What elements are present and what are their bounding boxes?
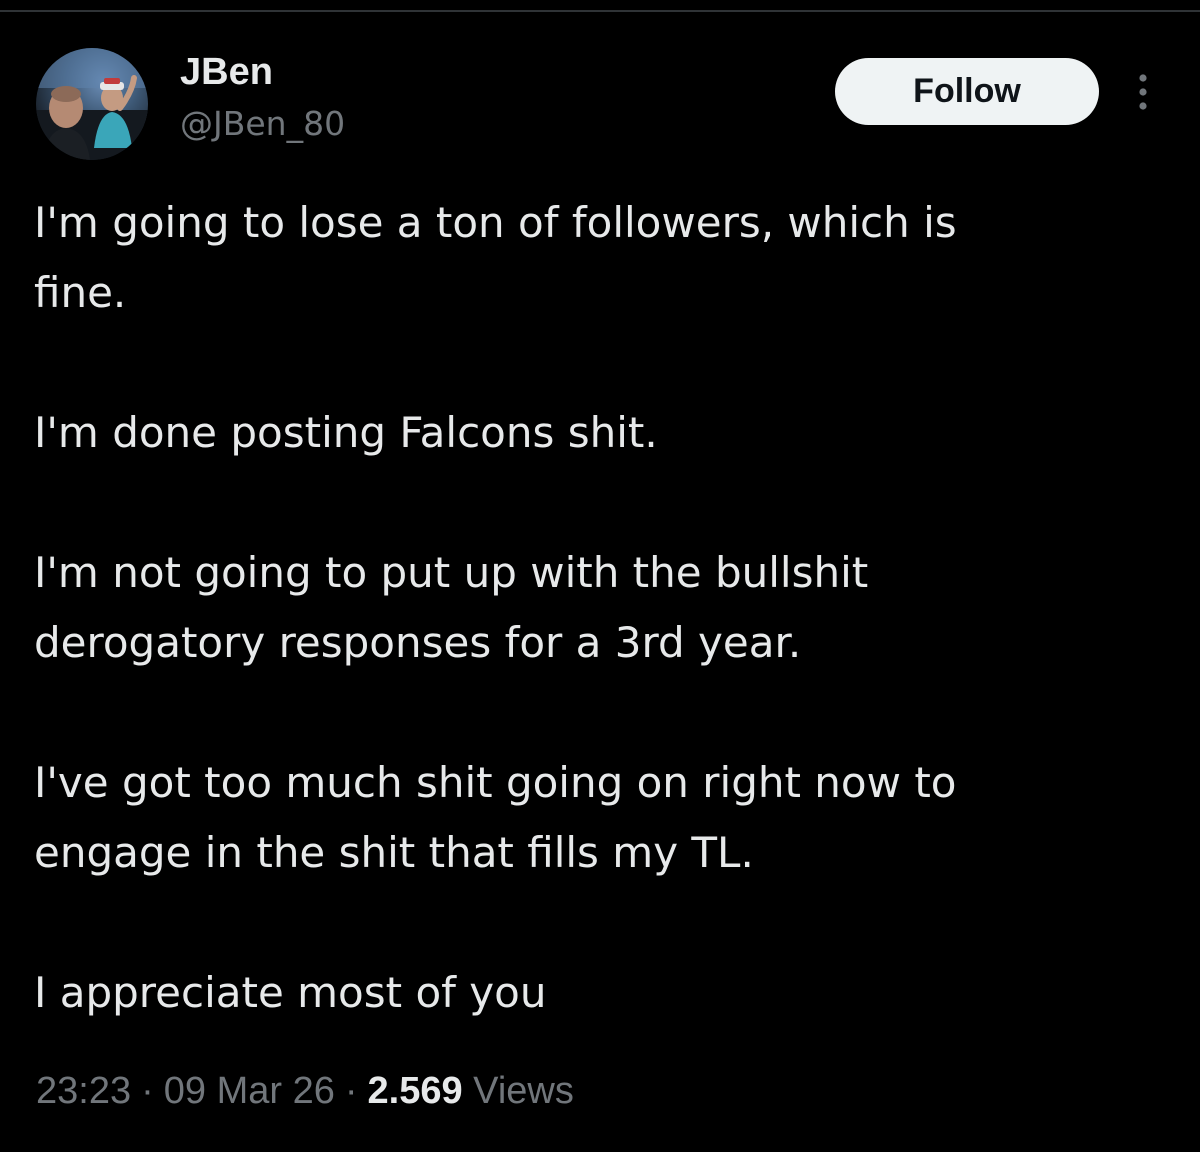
tweet-paragraph: I'm going to lose a ton of followers, wh…: [34, 198, 957, 317]
avatar[interactable]: [36, 48, 148, 160]
tweet-paragraph: I appreciate most of you: [34, 968, 547, 1017]
views-count[interactable]: 2.569: [368, 1070, 463, 1112]
tweet-meta: 23:23 · 09 Mar 26 · 2.569 Views: [36, 1066, 574, 1116]
views-label: Views: [473, 1070, 574, 1112]
author-handle[interactable]: @JBen_80: [180, 102, 345, 146]
more-vertical-icon[interactable]: [1126, 72, 1160, 112]
meta-separator: ·: [141, 1070, 154, 1112]
tweet-text: I'm going to lose a ton of followers, wh…: [34, 188, 1164, 1028]
author-display-name[interactable]: JBen: [180, 50, 273, 94]
top-divider: [0, 10, 1200, 12]
meta-separator: ·: [344, 1070, 358, 1112]
follow-button[interactable]: Follow: [835, 58, 1099, 125]
tweet-paragraph: I'm done posting Falcons shit.: [34, 408, 658, 457]
tweet-paragraph: I'm not going to put up with the bullshi…: [34, 548, 869, 667]
tweet-paragraph: I've got too much shit going on right no…: [34, 758, 957, 877]
tweet-date[interactable]: 09 Mar 26: [164, 1070, 335, 1112]
avatar-photo: [36, 48, 148, 160]
tweet-time[interactable]: 23:23: [36, 1070, 131, 1112]
